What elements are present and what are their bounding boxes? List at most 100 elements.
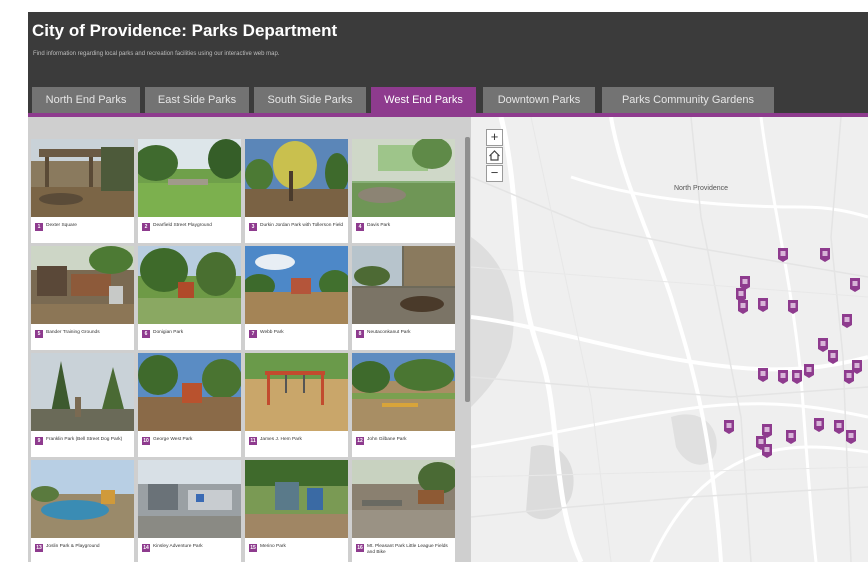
park-marker[interactable] [737,299,749,315]
zoom-in-button[interactable]: + [486,129,503,146]
park-marker[interactable] [803,363,815,379]
park-marker[interactable] [757,367,769,383]
park-card-label: 9 Franklin Park (Bell Street Dog Park) [35,436,131,454]
park-card[interactable]: 12 John Gilbane Park [352,353,455,457]
app-subtitle: Find information regarding local parks a… [33,51,280,57]
park-card[interactable]: 1 Dexter Square [31,139,134,243]
park-number-badge: 10 [142,437,150,445]
park-number-badge: 14 [142,544,150,552]
app-title: City of Providence: Parks Department [32,21,338,40]
park-card[interactable]: 4 Davis Park [352,139,455,243]
park-photo [138,246,241,324]
park-name: George West Park [153,437,193,442]
tab-north-end-parks[interactable]: North End Parks [32,87,140,113]
park-marker[interactable] [777,247,789,263]
park-name: John Gilbane Park [367,437,407,442]
park-card[interactable]: 11 James J. Hem Park [245,353,348,457]
park-marker[interactable] [833,419,845,435]
park-name: Merino Park [260,544,286,549]
park-name: Durkin Jordan Park with Tollerson Field [260,223,344,228]
park-photo [245,353,348,431]
park-photo [138,460,241,538]
park-card[interactable]: 3 Durkin Jordan Park with Tollerson Fiel… [245,139,348,243]
park-number-badge: 3 [249,223,257,231]
tab-east-side-parks[interactable]: East Side Parks [145,87,249,113]
park-card[interactable]: 16 Mt. Pleasant Park Little League Field… [352,460,455,562]
park-name: Joslin Park & Playground [46,544,100,549]
park-card[interactable]: 14 Kinsley Adventure Park [138,460,241,562]
park-number-badge: 2 [142,223,150,231]
park-name: James J. Hem Park [260,437,302,442]
park-card-label: 4 Davis Park [356,222,452,240]
home-icon [489,150,500,161]
park-number-badge: 1 [35,223,43,231]
tab-parks-community-gardens[interactable]: Parks Community Gardens [602,87,774,113]
zoom-out-button[interactable]: − [486,165,503,182]
park-card-label: 5 Bander Training Grounds [35,329,131,347]
park-photo [138,139,241,217]
park-photo [31,139,134,217]
park-marker[interactable] [787,299,799,315]
tab-bar: North End Parks East Side Parks South Si… [28,87,868,113]
map-place-label: North Providence [673,185,729,192]
park-photo [245,460,348,538]
park-card[interactable]: 13 Joslin Park & Playground [31,460,134,562]
park-name: Neutaconkanut Park [367,330,411,335]
app-header: City of Providence: Parks Department Fin… [28,12,868,86]
park-map[interactable]: + − North Providence [471,117,868,562]
park-card-label: 10 George West Park [142,436,238,454]
park-number-badge: 9 [35,437,43,445]
park-marker[interactable] [785,429,797,445]
park-number-badge: 7 [249,330,257,338]
park-marker[interactable] [849,277,861,293]
park-marker[interactable] [761,443,773,459]
park-photo [352,246,455,324]
park-marker[interactable] [827,349,839,365]
gallery-scrollbar[interactable] [465,137,470,402]
park-name: Mt. Pleasant Park Little League Fields a… [367,544,448,555]
park-card[interactable]: 10 George West Park [138,353,241,457]
park-photo [352,139,455,217]
park-card-label: 16 Mt. Pleasant Park Little League Field… [356,543,452,561]
park-number-badge: 4 [356,223,364,231]
park-card[interactable]: 8 Neutaconkanut Park [352,246,455,350]
tab-downtown-parks[interactable]: Downtown Parks [483,87,595,113]
park-card-label: 15 Merino Park [249,543,345,561]
tab-west-end-parks[interactable]: West End Parks [371,87,476,113]
park-card-label: 13 Joslin Park & Playground [35,543,131,561]
park-marker[interactable] [813,417,825,433]
park-marker[interactable] [777,369,789,385]
park-card[interactable]: 7 Webb Park [245,246,348,350]
park-card[interactable]: 9 Franklin Park (Bell Street Dog Park) [31,353,134,457]
park-marker[interactable] [819,247,831,263]
park-photo [245,139,348,217]
park-photo [352,353,455,431]
park-card[interactable]: 2 Dearfield Street Playground [138,139,241,243]
park-card[interactable]: 6 Donigian Park [138,246,241,350]
park-marker[interactable] [841,313,853,329]
park-card-label: 12 John Gilbane Park [356,436,452,454]
park-photo [138,353,241,431]
park-name: Donigian Park [153,330,184,335]
park-photo [245,246,348,324]
home-button[interactable] [486,147,503,164]
park-name: Webb Park [260,330,284,335]
park-card[interactable]: 5 Bander Training Grounds [31,246,134,350]
park-marker[interactable] [843,369,855,385]
park-card-label: 7 Webb Park [249,329,345,347]
park-number-badge: 6 [142,330,150,338]
park-marker[interactable] [757,297,769,313]
park-photo [31,246,134,324]
park-marker[interactable] [845,429,857,445]
park-card[interactable]: 15 Merino Park [245,460,348,562]
tab-south-side-parks[interactable]: South Side Parks [254,87,366,113]
park-name: Dearfield Street Playground [153,223,212,228]
park-name: Bander Training Grounds [46,330,100,335]
park-card-label: 8 Neutaconkanut Park [356,329,452,347]
park-marker[interactable] [723,419,735,435]
park-number-badge: 8 [356,330,364,338]
park-marker[interactable] [791,369,803,385]
park-number-badge: 15 [249,544,257,552]
park-card-label: 14 Kinsley Adventure Park [142,543,238,561]
park-card-label: 2 Dearfield Street Playground [142,222,238,240]
